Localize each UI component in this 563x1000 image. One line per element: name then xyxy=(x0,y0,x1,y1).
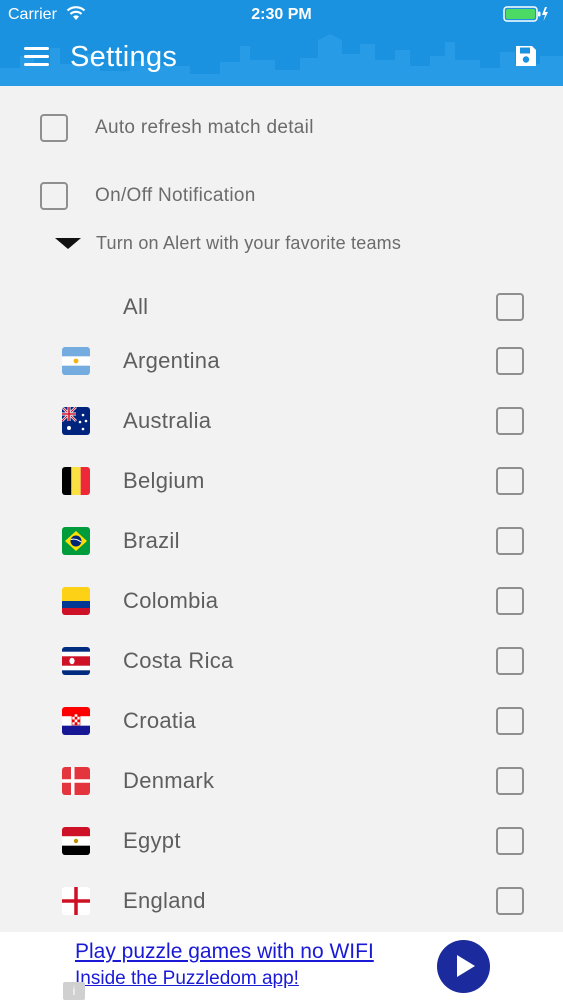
team-checkbox[interactable] xyxy=(496,293,524,321)
ad-subline-link[interactable]: Inside the Puzzledom app! xyxy=(75,968,299,990)
team-row-croatia[interactable]: Croatia xyxy=(0,696,563,746)
team-name: Colombia xyxy=(123,588,219,613)
australia-flag-icon xyxy=(62,407,90,435)
team-name: Argentina xyxy=(123,348,220,373)
team-name: Belgium xyxy=(123,468,205,493)
play-icon xyxy=(457,955,475,977)
team-checkbox[interactable] xyxy=(496,647,524,675)
app-header: Carrier 2:30 PM Settings xyxy=(0,0,563,86)
ad-banner[interactable]: Play puzzle games with no WIFI Inside th… xyxy=(0,932,563,1000)
floppy-disk-save-icon[interactable] xyxy=(514,44,538,68)
team-row-brazil[interactable]: Brazil xyxy=(0,516,563,566)
ad-play-button[interactable] xyxy=(437,940,490,993)
team-name: England xyxy=(123,888,206,913)
team-checkbox[interactable] xyxy=(496,767,524,795)
team-row-england[interactable]: England xyxy=(0,876,563,926)
team-name: Denmark xyxy=(123,768,215,793)
team-row-all[interactable]: All xyxy=(0,282,563,332)
england-flag-icon xyxy=(62,887,90,915)
team-name: Australia xyxy=(123,408,212,433)
team-name: Croatia xyxy=(123,708,197,733)
team-row-australia[interactable]: Australia xyxy=(0,396,563,446)
team-checkbox[interactable] xyxy=(496,587,524,615)
favorite-teams-alert-toggle[interactable]: Turn on Alert with your favorite teams xyxy=(55,229,401,257)
notification-checkbox[interactable] xyxy=(40,182,68,210)
brazil-flag-icon xyxy=(62,527,90,555)
hamburger-menu-icon[interactable] xyxy=(24,47,49,67)
team-checkbox[interactable] xyxy=(496,827,524,855)
battery-charging-icon xyxy=(503,6,548,22)
auto-refresh-label: Auto refresh match detail xyxy=(95,117,314,138)
team-name: All xyxy=(123,294,149,319)
colombia-flag-icon xyxy=(62,587,90,615)
team-checkbox[interactable] xyxy=(496,707,524,735)
team-checkbox[interactable] xyxy=(496,467,524,495)
team-row-belgium[interactable]: Belgium xyxy=(0,456,563,506)
team-row-costa-rica[interactable]: Costa Rica xyxy=(0,636,563,686)
croatia-flag-icon xyxy=(62,707,90,735)
status-time: 2:30 PM xyxy=(251,6,312,23)
team-checkbox[interactable] xyxy=(496,527,524,555)
team-row-argentina[interactable]: Argentina xyxy=(0,336,563,386)
denmark-flag-icon xyxy=(62,767,90,795)
auto-refresh-option[interactable]: Auto refresh match detail xyxy=(40,113,314,143)
notification-label: On/Off Notification xyxy=(95,185,256,206)
costa-rica-flag-icon xyxy=(62,647,90,675)
team-name: Brazil xyxy=(123,528,180,553)
expand-triangle-icon xyxy=(55,237,81,249)
auto-refresh-checkbox[interactable] xyxy=(40,114,68,142)
team-row-colombia[interactable]: Colombia xyxy=(0,576,563,626)
team-name: Costa Rica xyxy=(123,648,234,673)
status-bar: Carrier 2:30 PM xyxy=(0,0,563,30)
nav-bar: Settings xyxy=(0,30,563,86)
team-checkbox[interactable] xyxy=(496,347,524,375)
page-title: Settings xyxy=(70,41,178,73)
team-row-denmark[interactable]: Denmark xyxy=(0,756,563,806)
egypt-flag-icon xyxy=(62,827,90,855)
info-icon[interactable]: i xyxy=(63,982,85,1000)
favorite-teams-alert-label: Turn on Alert with your favorite teams xyxy=(96,232,402,253)
team-row-egypt[interactable]: Egypt xyxy=(0,816,563,866)
notification-option[interactable]: On/Off Notification xyxy=(40,181,256,211)
team-checkbox[interactable] xyxy=(496,407,524,435)
belgium-flag-icon xyxy=(62,467,90,495)
team-checkbox[interactable] xyxy=(496,887,524,915)
settings-content: Auto refresh match detail On/Off Notific… xyxy=(0,86,563,932)
ad-headline-link[interactable]: Play puzzle games with no WIFI xyxy=(75,940,374,964)
team-name: Egypt xyxy=(123,828,181,853)
argentina-flag-icon xyxy=(62,347,90,375)
